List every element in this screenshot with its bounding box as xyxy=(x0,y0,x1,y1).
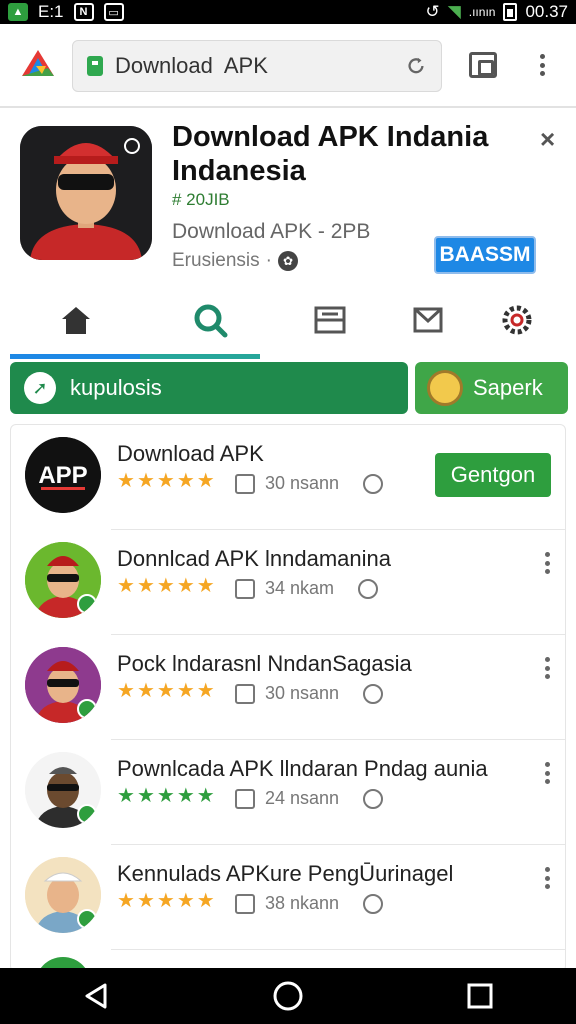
rating-stars: ★ ★ ★ ★ ★ xyxy=(117,890,215,912)
category-left-label: kupulosis xyxy=(70,375,162,400)
developer-row: Erusiensis · ✿ xyxy=(172,250,298,272)
mail-icon xyxy=(413,307,443,333)
download-icon xyxy=(235,578,255,599)
more-vert-icon[interactable] xyxy=(543,657,551,679)
reload-icon[interactable] xyxy=(405,55,427,77)
wifi-icon: ◥ xyxy=(447,2,461,21)
list-item-meta-text: 38 nkann xyxy=(265,893,340,913)
lock-icon xyxy=(87,56,103,76)
status-icon xyxy=(363,893,384,914)
app-logo-avatar: APP xyxy=(25,437,101,513)
list-item-meta-text: 30 nsann xyxy=(265,473,340,493)
tab-mail[interactable] xyxy=(408,302,448,338)
list-item-title: Pownlcada APK llndaran Pndag aunia xyxy=(117,756,488,781)
tab-settings[interactable] xyxy=(497,302,537,338)
search-icon xyxy=(194,304,228,338)
purple-avatar xyxy=(25,647,101,723)
notification-icon: ▲ xyxy=(8,3,28,21)
status-bar: ▲ E:1 N ▭ ↺ ◥ .ıının 00.37 xyxy=(0,0,576,24)
app-title: Download APK Indania Indanesia xyxy=(172,121,489,187)
list-item[interactable]: Pownlcada APK llndaran Pndag aunia ★ ★ ★ ★ ★… xyxy=(11,740,565,845)
network-label: .ıının xyxy=(468,5,496,19)
sync-icon: ↺ xyxy=(425,2,440,21)
list-item-meta-text: 34 nkam xyxy=(265,578,335,598)
tab-search[interactable] xyxy=(190,302,230,338)
url-bar[interactable]: Download APK xyxy=(72,40,442,92)
download-icon xyxy=(235,683,255,704)
list-item-title: Donnlcad APK lnndamanina xyxy=(117,546,391,571)
tray-icon xyxy=(314,306,346,334)
status-icon xyxy=(363,683,384,704)
list-item[interactable]: Donnlcad APK lnndamanina ★ ★ ★ ★ ★ 34 nkam xyxy=(11,530,565,635)
rating-stars: ★ ★ ★ ★ ★ xyxy=(117,785,215,807)
install-button[interactable]: BAASSM xyxy=(434,236,536,274)
list-item-meta-text: 30 nsann xyxy=(265,683,340,703)
list-item-meta-text: 24 nsann xyxy=(265,788,340,808)
green-avatar xyxy=(25,542,101,618)
status-icon xyxy=(358,578,379,599)
list-item-title: Pock lndarasnl NndanSagasia xyxy=(117,651,412,676)
download-icon xyxy=(235,893,255,914)
app-size: # 20ЈIB xyxy=(172,190,230,209)
tab-bar xyxy=(0,294,576,358)
cream-avatar xyxy=(25,857,101,933)
category-right-label: Saperk xyxy=(473,375,543,400)
category-button-left[interactable]: ➚ kupulosis xyxy=(10,362,408,414)
app-list: APP Download APK ★ ★ ★ ★ ★ 30 nsann Gentgon xyxy=(10,424,566,972)
developer-name: Erusiensis xyxy=(172,250,260,271)
get-button[interactable]: Gentgon xyxy=(435,453,551,497)
close-icon[interactable]: × xyxy=(540,124,555,155)
n-notification-icon: N xyxy=(73,3,94,21)
developer-badge-icon: ✿ xyxy=(277,251,298,271)
list-item-title: Download APK xyxy=(117,441,264,466)
battery-icon xyxy=(503,3,518,21)
status-icon xyxy=(363,473,384,494)
svg-text:APP: APP xyxy=(38,462,87,489)
list-item[interactable]: APP Download APK ★ ★ ★ ★ ★ 30 nsann Gentgon xyxy=(11,425,565,530)
recents-button[interactable] xyxy=(460,976,500,1016)
tab-switcher-icon[interactable] xyxy=(469,52,497,78)
download-icon xyxy=(235,788,255,809)
list-item-meta: 30 nsann xyxy=(235,473,384,494)
tab-categories[interactable] xyxy=(310,302,350,338)
app-subtitle: Download APK - 2PB xyxy=(172,220,371,243)
clock: 00.37 xyxy=(525,2,568,21)
list-item[interactable]: Pock lndarasnl NndanSagasia ★ ★ ★ ★ ★ 30 nsa… xyxy=(11,635,565,740)
image-notification-icon: ▭ xyxy=(103,3,124,21)
list-item-meta: 34 nkam xyxy=(235,578,379,599)
list-item-meta: 24 nsann xyxy=(235,788,384,809)
white-avatar xyxy=(25,752,101,828)
more-vert-icon[interactable] xyxy=(543,552,551,574)
download-icon xyxy=(235,473,255,494)
rating-stars: ★ ★ ★ ★ ★ xyxy=(117,680,215,702)
status-label: E:1 xyxy=(38,2,64,21)
leaf-icon: ➚ xyxy=(24,372,56,404)
rating-stars: ★ ★ ★ ★ ★ xyxy=(117,470,215,492)
home-circle-icon xyxy=(273,981,303,1011)
back-icon xyxy=(85,983,107,1009)
browser-toolbar: Download APK xyxy=(0,24,576,108)
tab-indicator xyxy=(10,354,260,359)
more-vert-icon[interactable] xyxy=(543,867,551,889)
home-button[interactable] xyxy=(268,976,308,1016)
more-vert-icon[interactable] xyxy=(543,762,551,784)
list-item[interactable]: Kennulads APKure PengŪurinagel ★ ★ ★ ★ ★ 38 … xyxy=(11,845,565,950)
status-icon xyxy=(363,788,384,809)
home-icon xyxy=(62,307,90,334)
rating-stars: ★ ★ ★ ★ ★ xyxy=(117,575,215,597)
browser-logo-icon[interactable] xyxy=(18,46,58,82)
back-button[interactable] xyxy=(76,976,116,1016)
more-vert-icon[interactable] xyxy=(530,50,554,80)
gear-icon xyxy=(502,305,532,335)
system-nav-bar xyxy=(0,968,576,1024)
url-text[interactable]: Download APK xyxy=(115,53,405,79)
category-button-right[interactable]: Saperk xyxy=(415,362,568,414)
app-icon[interactable] xyxy=(20,126,152,260)
list-item-title: Kennulads APKure PengŪurinagel xyxy=(117,861,454,886)
list-item-meta: 30 nsann xyxy=(235,683,384,704)
tab-home[interactable] xyxy=(56,302,96,338)
list-item-meta: 38 nkann xyxy=(235,893,384,914)
badge-icon xyxy=(427,370,463,406)
recents-icon xyxy=(467,983,493,1009)
